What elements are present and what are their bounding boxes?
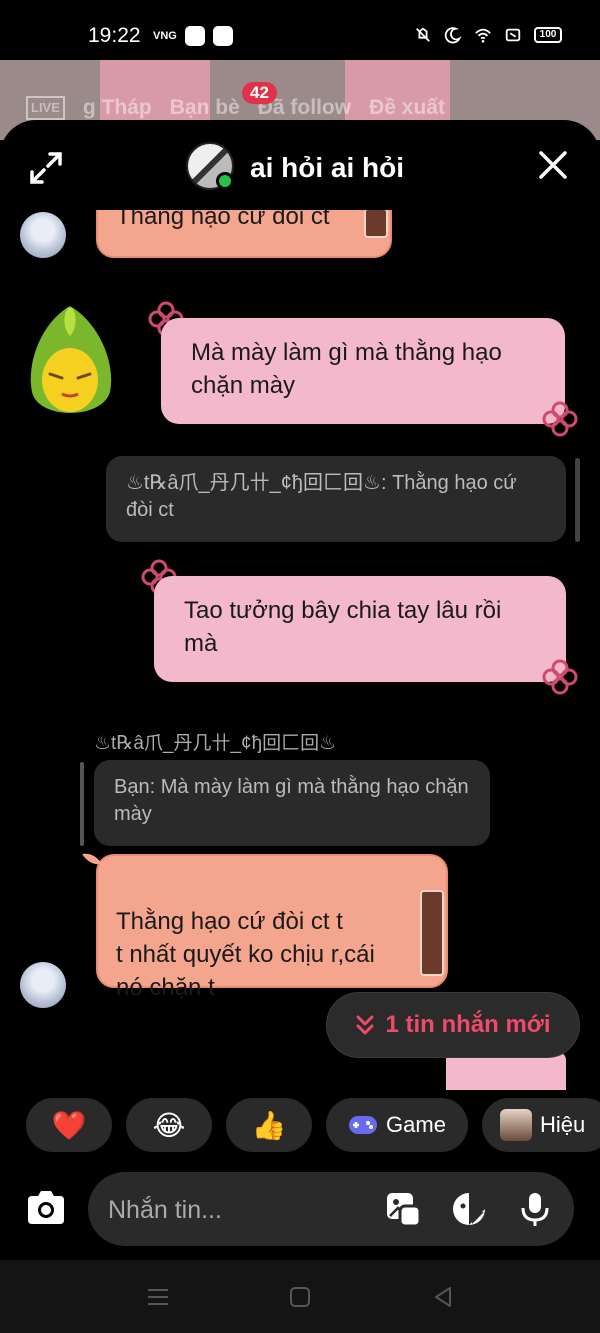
message-input[interactable] xyxy=(108,1194,368,1226)
microphone-icon[interactable] xyxy=(516,1190,554,1228)
quick-reply-heart[interactable]: ❤️ xyxy=(26,1098,112,1152)
laugh-icon: 😂 xyxy=(152,1109,186,1141)
message-text: Thằng hạo cứ đòi ct xyxy=(116,210,330,230)
heart-icon: ❤️ xyxy=(51,1109,87,1141)
quick-reply-game-label: Game xyxy=(386,1112,446,1137)
flower-decoration-icon xyxy=(542,659,578,695)
background-tabs: LIVE g Tháp Bạn bè Đã follow Đề xuất xyxy=(26,96,445,120)
wifi-icon xyxy=(475,28,491,43)
quick-reply-thumbs-up[interactable]: 👍 xyxy=(226,1098,312,1152)
quick-reply-row: ❤️ 😂 👍 Game Hiệu xyxy=(26,1098,600,1152)
bg-tab: Bạn bè xyxy=(169,96,240,119)
effect-icon xyxy=(500,1109,532,1141)
mute-icon xyxy=(416,27,430,42)
bg-badge: 42 xyxy=(242,82,277,104)
online-indicator xyxy=(216,172,234,190)
reply-indicator-bar xyxy=(575,458,580,542)
sender-name: ♨t℞â爪_丹几卄_¢ђ回匚回♨ xyxy=(94,733,337,754)
corn-sticker-icon[interactable] xyxy=(22,302,118,426)
quick-reply-effect[interactable]: Hiệu xyxy=(482,1098,600,1152)
reply-indicator-bar xyxy=(80,762,84,846)
quick-reply-game[interactable]: Game xyxy=(326,1098,468,1152)
moon-icon xyxy=(444,27,462,44)
bg-tab: g Tháp xyxy=(82,96,152,119)
chat-sheet: ai hỏi ai hỏi Thằng hạo cứ đòi ct Mà mày… xyxy=(0,120,600,1333)
sender-avatar[interactable] xyxy=(20,962,66,1008)
shield-app-icon xyxy=(184,26,205,46)
sticker-icon[interactable] xyxy=(450,1190,488,1228)
menu-icon[interactable] xyxy=(145,1284,171,1310)
message-input-pill xyxy=(88,1172,574,1246)
new-messages-button[interactable]: 1 tin nhắn mới xyxy=(326,992,580,1058)
message-bubble-incoming[interactable]: Thằng hạo cứ đòi ct xyxy=(96,210,392,258)
new-messages-label: 1 tin nhắn mới xyxy=(385,1011,551,1038)
composer xyxy=(0,1172,600,1252)
quick-reply-effect-label: Hiệu xyxy=(540,1112,586,1137)
bubble-decoration xyxy=(364,210,388,238)
flower-decoration-icon xyxy=(542,401,578,437)
gallery-icon[interactable] xyxy=(384,1190,422,1228)
home-icon[interactable] xyxy=(287,1284,313,1310)
bg-tab-live: LIVE xyxy=(26,96,65,120)
status-right-icons: 100 xyxy=(414,26,562,44)
chat-title[interactable]: ai hỏi ai hỏi xyxy=(250,152,404,184)
message-text: Tao tưởng bây chia tay lâu rồi mà xyxy=(184,597,502,657)
message-text: Thằng hạo cứ đòi ct t t nhất quyết ko ch… xyxy=(116,908,375,1001)
reply-quote-text: ♨t℞â爪_丹几卄_¢ђ回匚回♨: Thằng hạo cứ đòi ct xyxy=(126,472,517,521)
quick-reply-laugh[interactable]: 😂 xyxy=(126,1098,212,1152)
status-time: 19:22 xyxy=(88,24,141,47)
message-bubble-outgoing[interactable]: Tao tưởng bây chia tay lâu rồi mà xyxy=(154,576,566,682)
back-icon[interactable] xyxy=(430,1284,456,1310)
battery-indicator: 100 xyxy=(534,27,562,43)
chat-header: ai hỏi ai hỏi xyxy=(0,120,600,210)
sim-icon xyxy=(505,28,521,42)
leaf-decoration-icon xyxy=(82,853,102,865)
message-text: Mà mày làm gì mà thằng hạo chặn mày xyxy=(191,339,502,399)
double-chevron-down-icon xyxy=(356,1015,374,1035)
message-bubble-incoming[interactable]: Thằng hạo cứ đòi ct t t nhất quyết ko ch… xyxy=(96,854,448,1001)
system-nav-bar xyxy=(0,1260,600,1333)
status-bar: 19:22 VNG 100 xyxy=(0,0,600,64)
message-list[interactable]: Thằng hạo cứ đòi ct Mà mày làm gì mà thằ… xyxy=(0,210,600,1090)
message-bubble-outgoing[interactable]: Mà mày làm gì mà thằng hạo chặn mày xyxy=(161,318,565,424)
thumbs-up-icon: 👍 xyxy=(251,1109,287,1141)
reply-quote[interactable]: ♨t℞â爪_丹几卄_¢ђ回匚回♨: Thằng hạo cứ đòi ct xyxy=(106,456,566,542)
bubble-decoration xyxy=(420,890,444,976)
media-app-icon xyxy=(212,26,233,46)
reply-quote-text: Bạn: Mà mày làm gì mà thằng hạo chặn mày xyxy=(114,776,469,825)
camera-icon[interactable] xyxy=(22,1184,70,1232)
gamepad-icon xyxy=(349,1116,378,1134)
close-icon[interactable] xyxy=(536,148,570,182)
bg-tab: Đề xuất xyxy=(369,96,445,119)
expand-icon[interactable] xyxy=(26,148,66,188)
carrier-badge: VNG xyxy=(153,30,177,42)
reply-quote[interactable]: Bạn: Mà mày làm gì mà thằng hạo chặn mày xyxy=(94,760,490,846)
status-left-icons: VNG xyxy=(153,26,233,46)
sender-avatar[interactable] xyxy=(20,212,66,258)
